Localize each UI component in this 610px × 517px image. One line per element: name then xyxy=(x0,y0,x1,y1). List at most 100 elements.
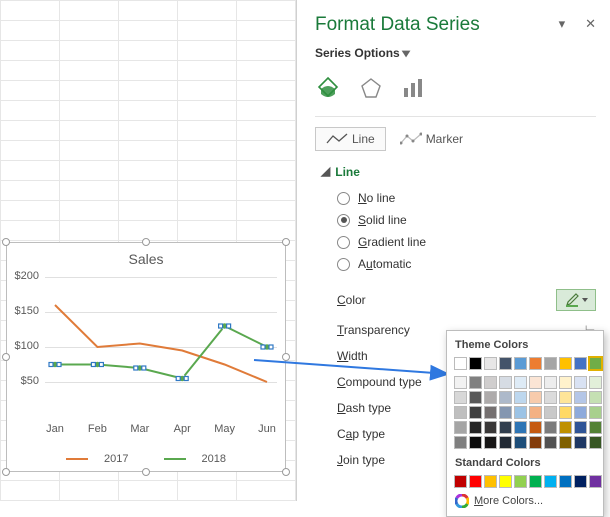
color-swatch[interactable] xyxy=(559,357,572,370)
series-options-category-icon[interactable] xyxy=(399,74,427,102)
color-swatch[interactable] xyxy=(574,376,587,389)
color-swatch[interactable] xyxy=(514,436,527,449)
color-swatch[interactable] xyxy=(499,436,512,449)
more-colors-button[interactable]: More Colors... xyxy=(453,489,597,510)
color-swatch[interactable] xyxy=(589,357,602,370)
color-swatch[interactable] xyxy=(529,391,542,404)
resize-handle[interactable] xyxy=(142,238,150,246)
color-swatch[interactable] xyxy=(544,406,557,419)
radio-automatic[interactable]: Automatic xyxy=(337,253,596,275)
color-swatch[interactable] xyxy=(514,357,527,370)
color-swatch[interactable] xyxy=(529,475,542,488)
color-swatch[interactable] xyxy=(544,357,557,370)
color-swatch[interactable] xyxy=(574,421,587,434)
color-swatch[interactable] xyxy=(559,376,572,389)
color-swatch[interactable] xyxy=(544,376,557,389)
color-swatch[interactable] xyxy=(469,406,482,419)
color-swatch[interactable] xyxy=(454,406,467,419)
color-swatch[interactable] xyxy=(559,391,572,404)
radio-solid-line[interactable]: Solid line xyxy=(337,209,596,231)
color-swatch[interactable] xyxy=(589,376,602,389)
color-swatch[interactable] xyxy=(589,436,602,449)
color-swatch[interactable] xyxy=(574,406,587,419)
legend-item[interactable]: 2017 xyxy=(104,453,128,465)
color-swatch[interactable] xyxy=(544,421,557,434)
color-swatch[interactable] xyxy=(544,436,557,449)
chart-legend[interactable]: 2017 2018 xyxy=(7,453,285,465)
effects-category-icon[interactable] xyxy=(357,74,385,102)
chart-object[interactable]: Sales $50$100$150$200 JanFebMarAprMayJun… xyxy=(6,242,286,472)
pane-dropdown-icon[interactable]: ▾ xyxy=(559,16,566,32)
resize-handle[interactable] xyxy=(282,238,290,246)
color-swatch[interactable] xyxy=(529,357,542,370)
color-swatch[interactable] xyxy=(574,391,587,404)
fill-line-category-icon[interactable] xyxy=(315,74,343,102)
color-swatch[interactable] xyxy=(544,391,557,404)
color-swatch[interactable] xyxy=(529,421,542,434)
color-swatch[interactable] xyxy=(529,376,542,389)
tab-marker[interactable]: Marker xyxy=(390,127,473,151)
color-swatch[interactable] xyxy=(484,436,497,449)
radio-gradient-line[interactable]: Gradient line xyxy=(337,231,596,253)
color-swatch[interactable] xyxy=(574,436,587,449)
chart-plot-area[interactable]: $50$100$150$200 JanFebMarAprMayJun xyxy=(45,277,277,417)
color-swatch[interactable] xyxy=(469,376,482,389)
color-swatch[interactable] xyxy=(454,391,467,404)
color-swatch[interactable] xyxy=(484,406,497,419)
color-swatch[interactable] xyxy=(559,475,572,488)
series-2018[interactable] xyxy=(55,326,267,379)
color-swatch[interactable] xyxy=(454,421,467,434)
resize-handle[interactable] xyxy=(282,353,290,361)
tab-line[interactable]: Line xyxy=(315,127,386,151)
color-swatch[interactable] xyxy=(514,475,527,488)
color-swatch[interactable] xyxy=(514,421,527,434)
color-swatch[interactable] xyxy=(469,436,482,449)
color-swatch[interactable] xyxy=(454,376,467,389)
color-swatch[interactable] xyxy=(484,376,497,389)
color-swatch[interactable] xyxy=(574,475,587,488)
color-swatch[interactable] xyxy=(559,406,572,419)
color-swatch[interactable] xyxy=(484,391,497,404)
close-icon[interactable]: ✕ xyxy=(585,16,596,32)
color-swatch[interactable] xyxy=(574,357,587,370)
resize-handle[interactable] xyxy=(2,353,10,361)
color-swatch[interactable] xyxy=(499,376,512,389)
color-swatch[interactable] xyxy=(514,391,527,404)
resize-handle[interactable] xyxy=(2,238,10,246)
color-swatch[interactable] xyxy=(589,421,602,434)
color-swatch[interactable] xyxy=(469,357,482,370)
color-swatch[interactable] xyxy=(454,357,467,370)
color-picker-button[interactable] xyxy=(556,289,596,311)
color-swatch[interactable] xyxy=(499,406,512,419)
color-swatch[interactable] xyxy=(559,436,572,449)
color-swatch[interactable] xyxy=(454,436,467,449)
color-swatch[interactable] xyxy=(469,391,482,404)
color-swatch[interactable] xyxy=(499,421,512,434)
color-swatch[interactable] xyxy=(589,391,602,404)
color-swatch[interactable] xyxy=(484,357,497,370)
color-swatch[interactable] xyxy=(514,376,527,389)
color-swatch[interactable] xyxy=(484,421,497,434)
color-swatch[interactable] xyxy=(559,421,572,434)
color-swatch[interactable] xyxy=(589,475,602,488)
color-swatch[interactable] xyxy=(469,421,482,434)
radio-no-line[interactable]: No line xyxy=(337,187,596,209)
series-options-dropdown[interactable]: Series Options▾ xyxy=(315,46,596,70)
color-swatch[interactable] xyxy=(484,475,497,488)
color-swatch[interactable] xyxy=(454,475,467,488)
resize-handle[interactable] xyxy=(142,468,150,476)
color-swatch[interactable] xyxy=(514,406,527,419)
resize-handle[interactable] xyxy=(2,468,10,476)
chart-title[interactable]: Sales xyxy=(7,243,285,267)
color-swatch[interactable] xyxy=(469,475,482,488)
color-swatch[interactable] xyxy=(529,406,542,419)
color-swatch[interactable] xyxy=(544,475,557,488)
color-swatch[interactable] xyxy=(499,475,512,488)
color-swatch[interactable] xyxy=(529,436,542,449)
section-line-header[interactable]: ◢Line xyxy=(315,161,596,187)
resize-handle[interactable] xyxy=(282,468,290,476)
legend-item[interactable]: 2018 xyxy=(202,453,226,465)
color-swatch[interactable] xyxy=(499,357,512,370)
color-swatch[interactable] xyxy=(499,391,512,404)
series-2017[interactable] xyxy=(55,305,267,382)
